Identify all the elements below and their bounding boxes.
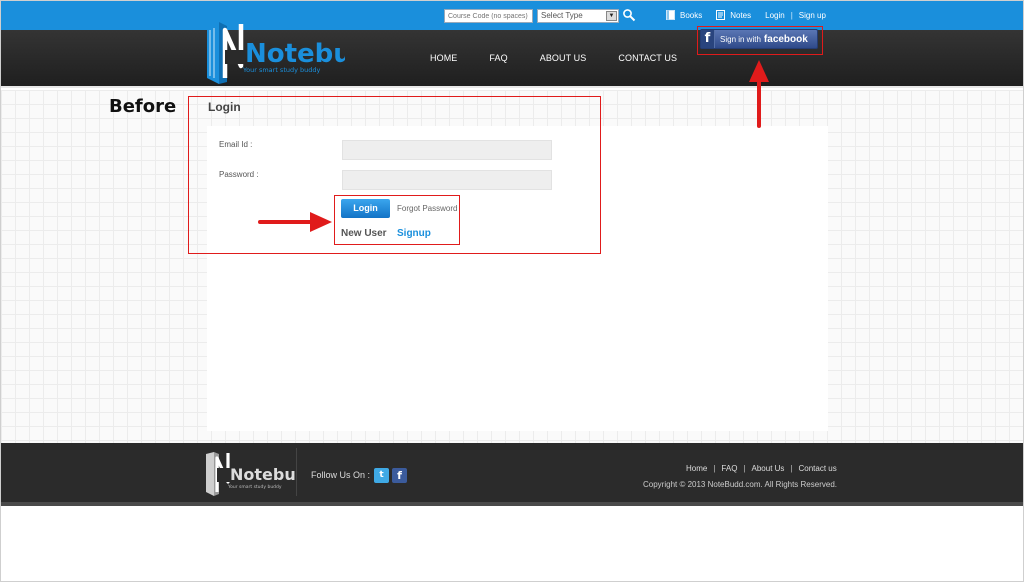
nav-contact-us[interactable]: CONTACT US [618,53,677,63]
facebook-icon[interactable]: f [392,468,407,483]
copyright-text: Copyright © 2013 NoteBudd.com. All Right… [643,480,837,489]
type-select-value: Select Type [541,11,583,20]
nav-home[interactable]: HOME [430,53,457,63]
arrow-icon [258,212,332,232]
facebook-brand: facebook [763,33,808,45]
site-footer [1,443,1023,506]
footer-link-home[interactable]: Home [686,464,707,473]
footer-logo[interactable]: Notebudd Your smart study buddy [204,450,296,498]
follow-us-label: Follow Us On : [311,470,371,480]
search-icon[interactable] [622,8,636,22]
twitter-icon[interactable]: t [374,468,389,483]
nav-faq[interactable]: FAQ [489,53,507,63]
notes-link[interactable]: Notes [716,10,751,20]
notebudd-logo[interactable]: Notebudd Your smart study buddy [205,20,345,88]
footer-logo-text: Notebudd [230,465,296,484]
books-link-label: Books [680,10,703,20]
chevron-down-icon: ▼ [606,11,617,21]
separator: | [790,464,793,473]
annotation-before-label: Before [109,96,177,117]
notes-icon [716,10,726,20]
annotation-highlight-actions [334,195,460,245]
footer-links: Home | FAQ | About Us | Contact us [686,464,837,473]
arrow-icon [749,60,769,128]
logo-text: Notebudd [245,39,345,69]
footer-link-about-us[interactable]: About Us [752,464,785,473]
footer-divider [296,448,297,496]
separator: | [713,464,716,473]
facebook-signin-button[interactable]: f Sign in with facebook [700,29,818,49]
facebook-signin-prefix: Sign in with [720,34,761,44]
book-icon [666,10,675,20]
logo-tagline: Your smart study buddy [242,66,321,74]
facebook-icon: f [701,30,715,48]
top-links: Books Notes Login | Sign up [666,10,826,20]
separator: | [790,10,793,20]
footer-logo-tagline: Your smart study buddy [227,484,282,490]
main-nav: HOME FAQ ABOUT US CONTACT US [430,53,709,63]
nav-about-us[interactable]: ABOUT US [540,53,587,63]
footer-link-faq[interactable]: FAQ [721,464,737,473]
type-select[interactable]: Select Type ▼ [537,9,619,23]
notes-link-label: Notes [730,10,752,20]
books-link[interactable]: Books [666,10,702,20]
separator: | [743,464,746,473]
course-code-input[interactable] [444,9,533,23]
login-link[interactable]: Login [765,11,785,20]
footer-link-contact-us[interactable]: Contact us [799,464,837,473]
signup-link[interactable]: Sign up [799,11,826,20]
